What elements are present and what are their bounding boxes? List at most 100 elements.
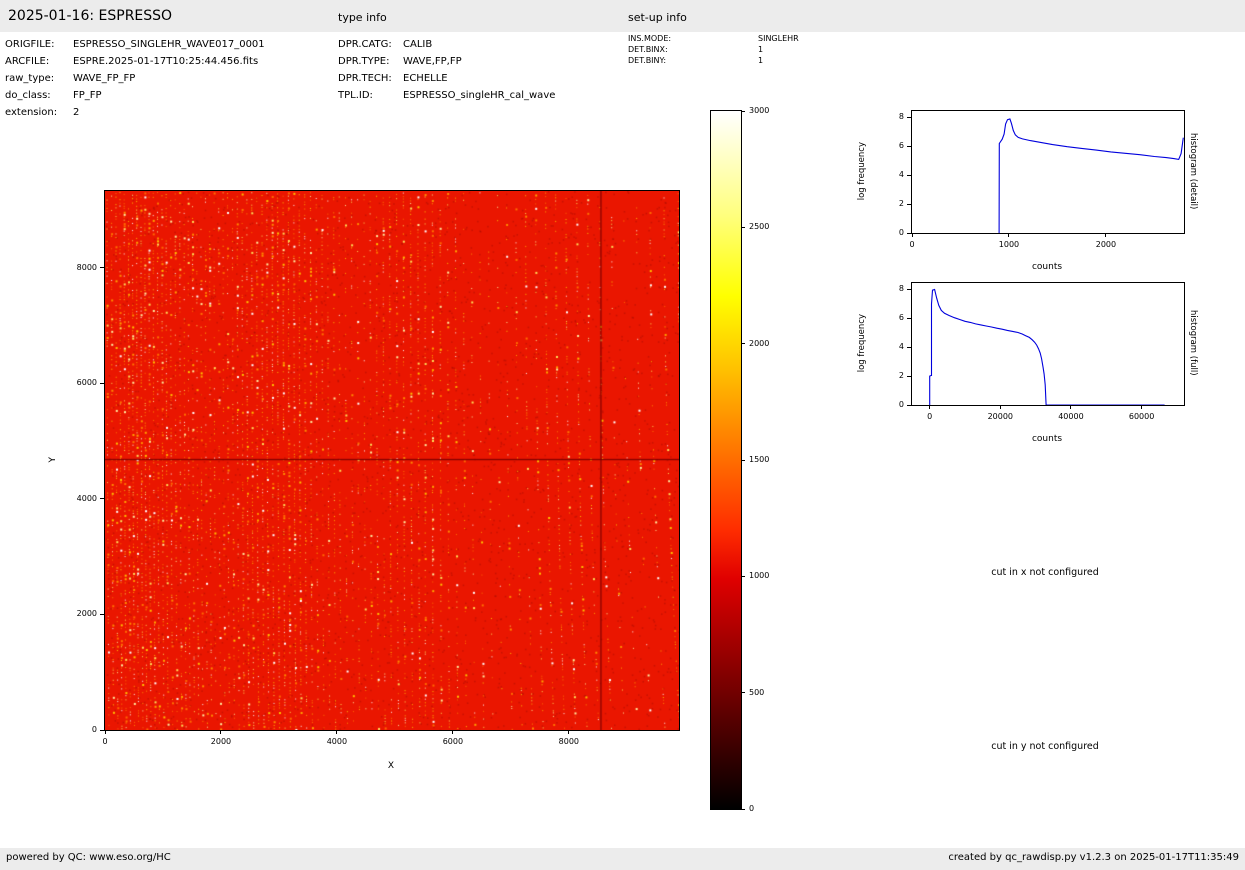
field-value: ESPRE.2025-01-17T10:25:44.456.fits	[73, 56, 258, 67]
cut-x-message: cut in x not configured	[920, 567, 1170, 578]
field-value: 1	[758, 56, 763, 65]
field-value: 2	[73, 107, 79, 118]
colorbar-tick-mark	[741, 809, 745, 810]
setup-info-block: INS.MODE:SINGLEHR DET.BINX:1 DET.BINY:1	[628, 33, 799, 66]
x-axis-label: X	[104, 761, 678, 771]
x-tick-label: 2000	[199, 737, 243, 747]
y-tick-label: 6000	[63, 378, 97, 388]
y-tick-label: 6	[870, 313, 904, 323]
field-label: raw_type:	[5, 70, 73, 87]
x-tick-mark	[220, 730, 221, 734]
field-label: DPR.CATG:	[338, 36, 403, 53]
x-tick-label: 0	[83, 737, 127, 747]
colorbar-tick-label: 1500	[749, 455, 789, 465]
y-tick-mark	[907, 347, 911, 348]
field-do-class: do_class:FP_FP	[5, 87, 265, 104]
colorbar-tick-label: 500	[749, 688, 789, 698]
y-tick-mark	[907, 233, 911, 234]
y-tick-label: 2	[870, 199, 904, 209]
field-det-biny: DET.BINY:1	[628, 55, 799, 66]
y-tick-mark	[907, 117, 911, 118]
footer-right-text: created by qc_rawdisp.py v1.2.3 on 2025-…	[948, 852, 1239, 863]
histogram-curve	[912, 111, 1184, 233]
field-origfile: ORIGFILE:ESPRESSO_SINGLEHR_WAVE017_0001	[5, 36, 265, 53]
field-label: DET.BINX:	[628, 44, 758, 55]
field-ins-mode: INS.MODE:SINGLEHR	[628, 33, 799, 44]
y-axis-label: Y	[46, 190, 60, 729]
histogram-detail-ylabel: log frequency	[855, 110, 869, 232]
y-tick-mark	[100, 267, 104, 268]
field-value: 1	[758, 45, 763, 54]
x-tick-label: 2000	[1084, 240, 1128, 250]
x-tick-label: 20000	[978, 412, 1022, 422]
colorbar-tick-label: 1000	[749, 571, 789, 581]
field-label: extension:	[5, 104, 73, 121]
x-tick-label: 0	[908, 412, 952, 422]
histogram-full-plot: 020000400006000002468	[911, 282, 1185, 406]
field-value: ESPRESSO_SINGLEHR_WAVE017_0001	[73, 39, 265, 50]
x-tick-label: 60000	[1120, 412, 1164, 422]
x-tick-mark	[912, 233, 913, 237]
raw-frame-plot: 0200040006000800002000400060008000	[104, 190, 680, 731]
y-tick-mark	[100, 498, 104, 499]
y-tick-label: 0	[870, 400, 904, 410]
y-tick-label: 2000	[63, 609, 97, 619]
x-tick-mark	[1141, 405, 1142, 409]
field-label: DPR.TECH:	[338, 70, 403, 87]
x-tick-mark	[105, 730, 106, 734]
type-info-block: DPR.CATG:CALIB DPR.TYPE:WAVE,FP,FP DPR.T…	[338, 36, 555, 104]
field-dpr-catg: DPR.CATG:CALIB	[338, 36, 555, 53]
y-tick-mark	[907, 204, 911, 205]
colorbar-tick-mark	[741, 460, 745, 461]
field-raw-type: raw_type:WAVE_FP_FP	[5, 70, 265, 87]
page-title: 2025-01-16: ESPRESSO	[8, 8, 172, 24]
x-tick-label: 1000	[987, 240, 1031, 250]
field-extension: extension:2	[5, 104, 265, 121]
footer-left-text: powered by QC: www.eso.org/HC	[6, 852, 171, 863]
histogram-detail-xlabel: counts	[911, 262, 1183, 272]
field-value: ECHELLE	[403, 73, 448, 84]
x-tick-label: 6000	[431, 737, 475, 747]
x-tick-mark	[1000, 405, 1001, 409]
x-tick-mark	[452, 730, 453, 734]
cut-y-message: cut in y not configured	[920, 741, 1170, 752]
y-tick-mark	[907, 175, 911, 176]
field-label: DPR.TYPE:	[338, 53, 403, 70]
field-label: DET.BINY:	[628, 55, 758, 66]
field-value: ESPRESSO_singleHR_cal_wave	[403, 90, 555, 101]
field-label: TPL.ID:	[338, 87, 403, 104]
field-label: ORIGFILE:	[5, 36, 73, 53]
histogram-full-xlabel: counts	[911, 434, 1183, 444]
y-tick-label: 6	[870, 141, 904, 151]
histogram-curve	[912, 283, 1184, 405]
y-tick-mark	[100, 383, 104, 384]
x-tick-mark	[568, 730, 569, 734]
y-tick-mark	[907, 376, 911, 377]
colorbar-tick-label: 2000	[749, 339, 789, 349]
x-tick-label: 8000	[547, 737, 591, 747]
x-tick-mark	[1070, 405, 1071, 409]
x-tick-label: 4000	[315, 737, 359, 747]
y-tick-label: 8	[870, 112, 904, 122]
field-dpr-type: DPR.TYPE:WAVE,FP,FP	[338, 53, 555, 70]
y-tick-mark	[100, 730, 104, 731]
raw-frame-image	[105, 191, 679, 730]
field-value: WAVE,FP,FP	[403, 56, 462, 67]
x-tick-mark	[929, 405, 930, 409]
histogram-full-title: histogram (full)	[1186, 282, 1200, 404]
y-tick-label: 8000	[63, 263, 97, 273]
x-tick-label: 0	[890, 240, 934, 250]
field-det-binx: DET.BINX:1	[628, 44, 799, 55]
y-tick-mark	[907, 318, 911, 319]
x-tick-mark	[336, 730, 337, 734]
type-info-heading: type info	[338, 11, 387, 24]
histogram-detail-title: histogram (detail)	[1186, 110, 1200, 232]
colorbar-tick-mark	[741, 111, 745, 112]
file-info-block: ORIGFILE:ESPRESSO_SINGLEHR_WAVE017_0001 …	[5, 36, 265, 121]
colorbar-tick-label: 2500	[749, 222, 789, 232]
x-tick-mark	[1105, 233, 1106, 237]
colorbar-tick-label: 0	[749, 804, 789, 814]
colorbar-tick-mark	[741, 227, 745, 228]
colorbar-tick-label: 3000	[749, 106, 789, 116]
y-tick-mark	[907, 146, 911, 147]
